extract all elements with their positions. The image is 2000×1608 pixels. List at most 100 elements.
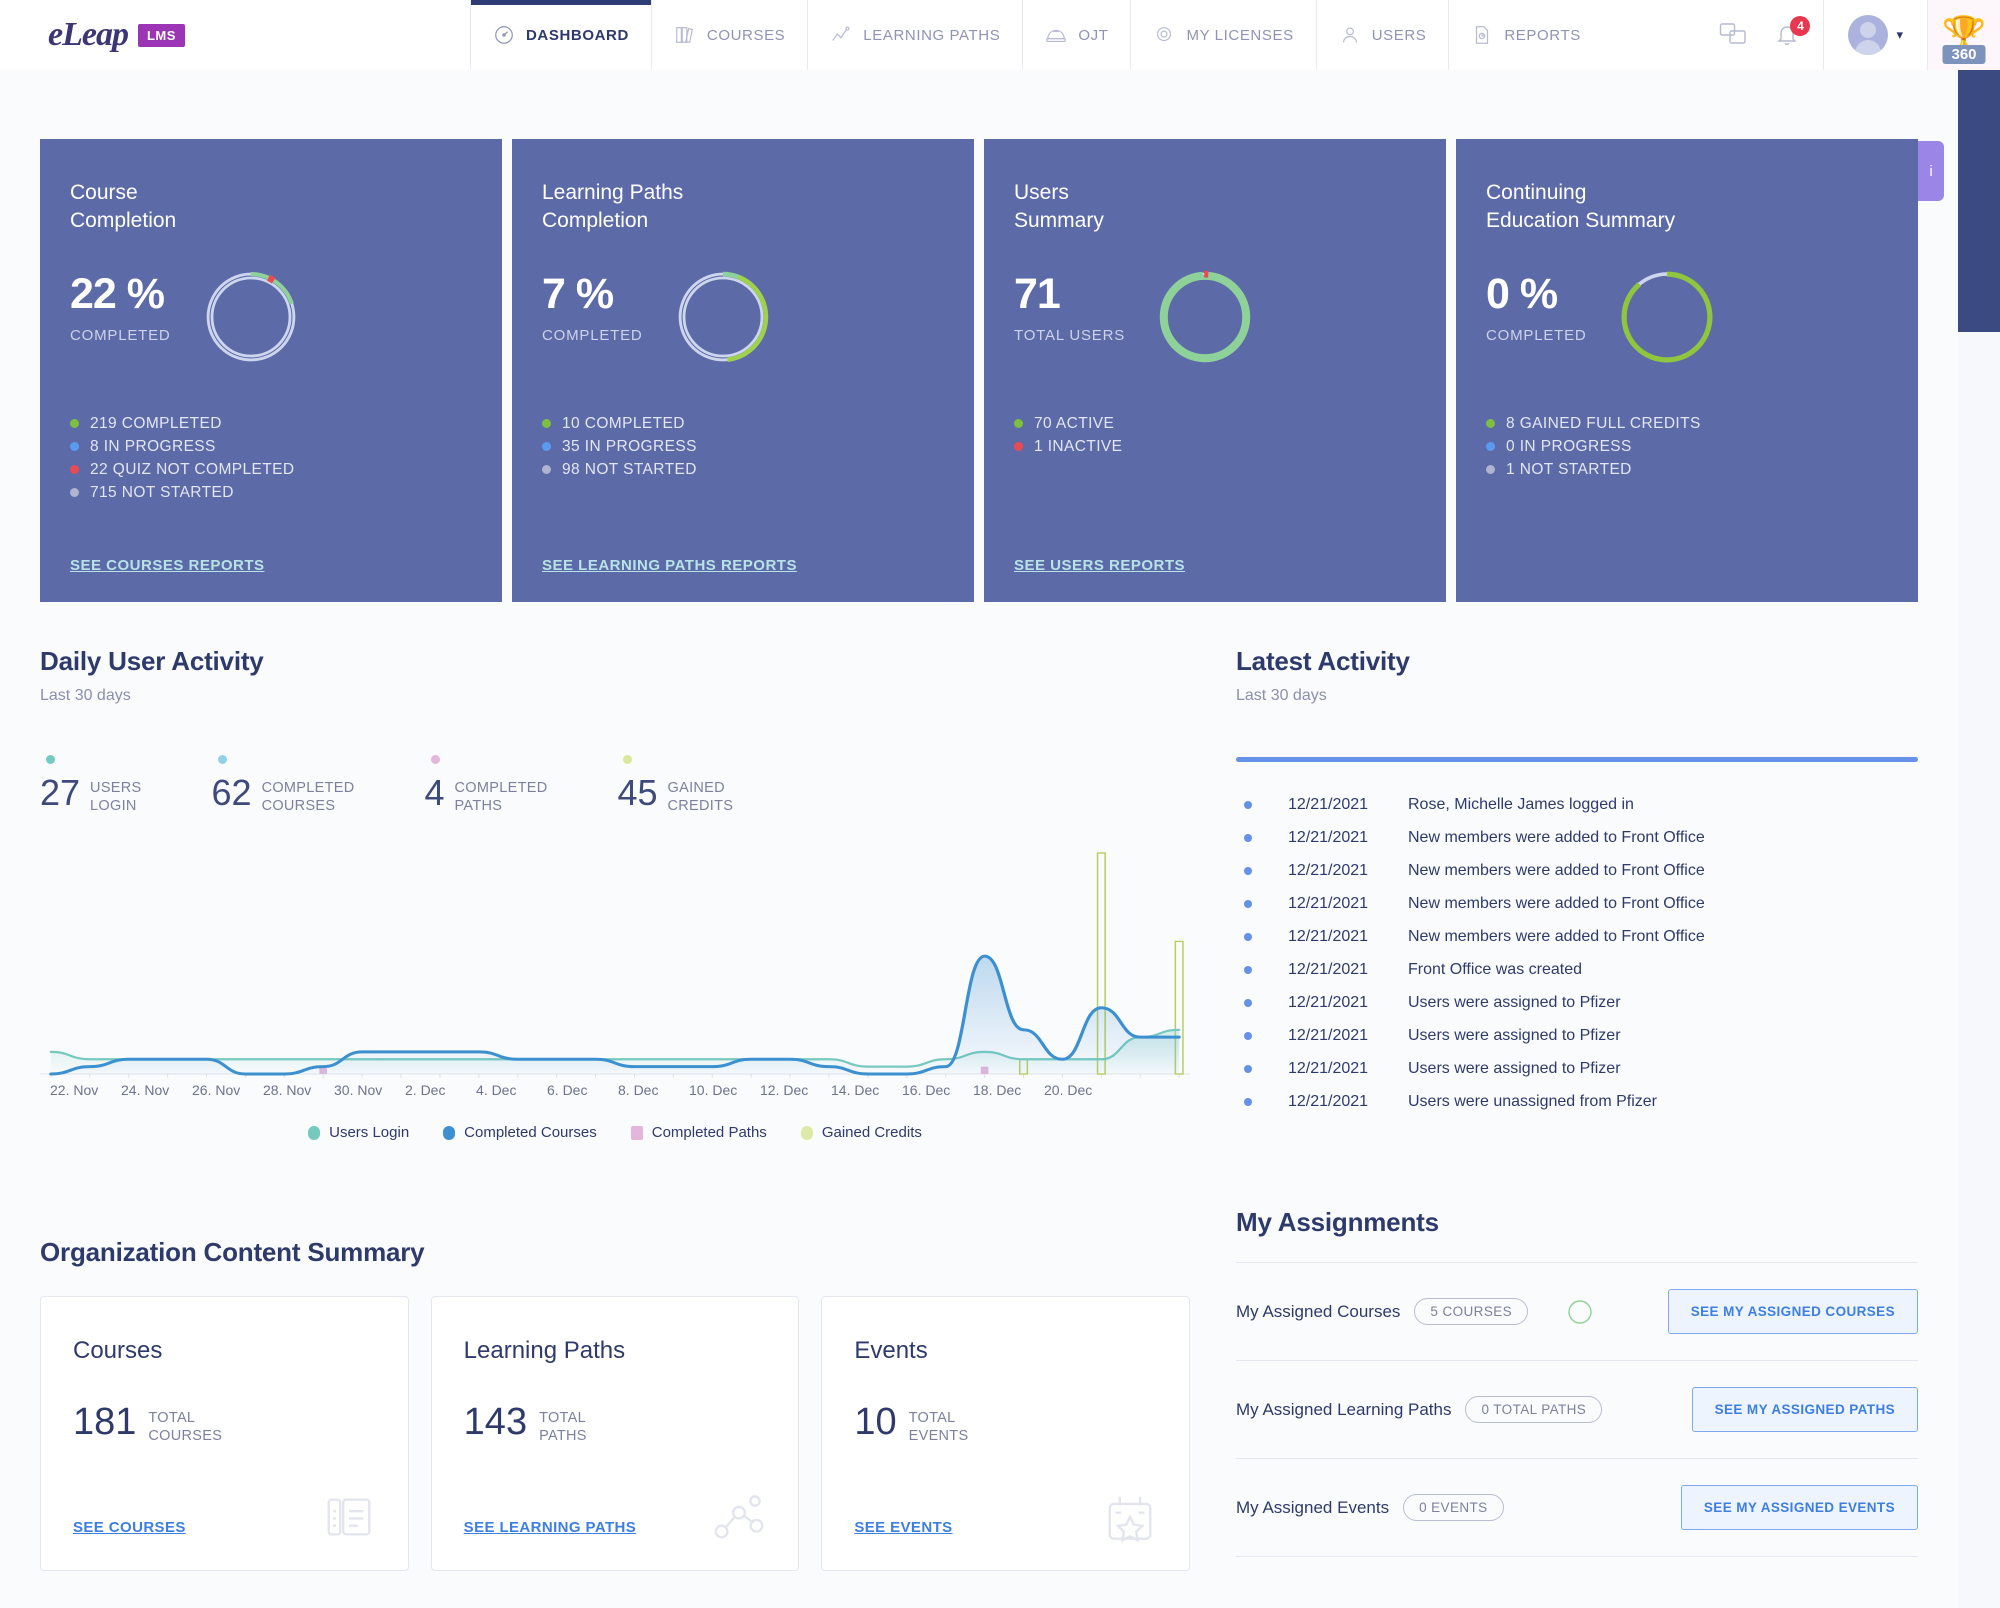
stat-gained-credits: 45 GAINED CREDITS: [617, 755, 733, 815]
stat-label: COMPLETED PATHS: [454, 780, 548, 815]
kpi-card-continuing-education-summary: Continuing Education Summary 0 % COMPLETE…: [1456, 139, 1918, 602]
legend-dot: [1486, 465, 1495, 475]
nav-item-learning-paths[interactable]: LEARNING PATHS: [807, 0, 1022, 70]
my-assignments-list: My Assigned Courses 5 COURSES SEE MY ASS…: [1236, 1262, 1918, 1557]
legend-label: 98 NOT STARTED: [562, 460, 697, 478]
org-card-label: TOTAL COURSES: [148, 1410, 223, 1445]
see-learning-paths-link[interactable]: SEE LEARNING PATHS: [464, 1519, 637, 1536]
daily-activity-stats: 27 USERS LOGIN 62 COMPLETED COURSES 4 CO…: [40, 755, 1190, 815]
bullet-icon: [1244, 1032, 1252, 1040]
legend-label: Completed Courses: [464, 1124, 597, 1142]
activity-item: 12/21/2021 Users were unassigned from Pfi…: [1236, 1093, 1918, 1111]
see-events-link[interactable]: SEE EVENTS: [854, 1519, 952, 1536]
app-logo[interactable]: eLeap LMS: [0, 0, 470, 70]
bullet-icon: [1244, 933, 1252, 941]
daily-activity-subtitle: Last 30 days: [40, 687, 131, 704]
activity-text: New members were added to Front Office: [1408, 895, 1705, 912]
see-users-reports-link[interactable]: SEE USERS REPORTS: [1014, 557, 1185, 574]
see-courses-link[interactable]: SEE COURSES: [73, 1519, 186, 1536]
activity-item: 12/21/2021 New members were added to Fron…: [1236, 829, 1918, 847]
activity-date: 12/21/2021: [1288, 829, 1369, 846]
kpi-title: Continuing Education Summary: [1486, 181, 1676, 232]
kpi-legend-item: 1 INACTIVE: [1014, 438, 1416, 456]
activity-item: 12/21/2021 Front Office was created: [1236, 961, 1918, 979]
nav-item-dashboard[interactable]: DASHBOARD: [470, 0, 651, 70]
nav-item-users[interactable]: USERS: [1315, 0, 1449, 70]
stat-number: 62: [211, 772, 252, 813]
chart-legend-item-completed-courses[interactable]: Completed Courses: [443, 1124, 597, 1141]
bullet-icon: [1244, 834, 1252, 842]
assignment-count-pill: 5 COURSES: [1414, 1298, 1529, 1325]
see-my-assigned-events-button[interactable]: SEE MY ASSIGNED EVENTS: [1680, 1485, 1918, 1530]
kpi-value: 71: [1014, 269, 1061, 318]
header-icons-group: 4: [1697, 0, 1823, 70]
nav-item-ojt[interactable]: OJT: [1022, 0, 1130, 70]
donut-chart: [1615, 265, 1719, 369]
bullet-icon: [1244, 900, 1252, 908]
nav-item-reports[interactable]: REPORTS: [1448, 0, 1602, 70]
chart-legend-item-completed-paths[interactable]: Completed Paths: [630, 1124, 767, 1141]
see-my-assigned-courses-button[interactable]: SEE MY ASSIGNED COURSES: [1667, 1289, 1918, 1334]
chart-legend-item-users-login[interactable]: Users Login: [308, 1124, 409, 1141]
chevron-down-icon: ▾: [1896, 27, 1903, 42]
nav-item-courses[interactable]: COURSES: [650, 0, 807, 70]
bullet-icon: [1244, 801, 1252, 809]
legend-dot: [542, 419, 551, 429]
right-column: Latest Activity Last 30 days 12/21/2021 R…: [1236, 646, 1918, 1571]
kpi-value-label: COMPLETED: [542, 326, 643, 344]
activity-text: Users were unassigned from Pfizer: [1408, 1093, 1657, 1110]
logo-wordmark: eLeap: [48, 16, 129, 53]
donut-chart: [671, 265, 775, 369]
legend-dot: [1014, 419, 1023, 429]
kpi-card-row: Course Completion 22 % COMPLETED 219 COM…: [40, 70, 1944, 602]
stat-dot: [623, 755, 633, 764]
org-card-events: Events 10 TOTAL EVENTS SEE EVENTS: [821, 1296, 1191, 1572]
stat-dot: [217, 755, 227, 764]
kpi-legend-item: 0 IN PROGRESS: [1486, 438, 1888, 456]
x-tick-label: 18. Dec: [973, 1082, 1022, 1099]
org-card-number: 10: [854, 1401, 897, 1444]
nav-label: USERS: [1371, 26, 1427, 44]
legend-dot: [542, 465, 551, 475]
legend-label: 22 QUIZ NOT COMPLETED: [90, 460, 295, 478]
kpi-legend-item: 35 IN PROGRESS: [542, 438, 944, 456]
see-my-assigned-paths-button[interactable]: SEE MY ASSIGNED PATHS: [1691, 1387, 1918, 1432]
trophy-points-button[interactable]: 🏆 360: [1928, 0, 2000, 70]
bullet-icon: [1244, 966, 1252, 974]
stat-label: GAINED CREDITS: [667, 780, 734, 815]
bell-icon[interactable]: 4: [1773, 16, 1811, 48]
activity-item: 12/21/2021 New members were added to Fron…: [1236, 862, 1918, 880]
assignment-label: My Assigned Courses: [1236, 1301, 1401, 1321]
chat-bubbles-icon[interactable]: [1719, 22, 1747, 48]
legend-label: 35 IN PROGRESS: [562, 437, 697, 455]
x-tick-label: 26. Nov: [192, 1082, 241, 1099]
kpi-legend: 219 COMPLETED 8 IN PROGRESS 22 QUIZ NOT …: [70, 415, 472, 502]
legend-marker: [308, 1125, 321, 1140]
chart-legend-item-gained-credits[interactable]: Gained Credits: [800, 1124, 922, 1142]
kpi-legend: 10 COMPLETED 35 IN PROGRESS 98 NOT START…: [542, 415, 944, 479]
logo-lms-badge: LMS: [137, 23, 185, 47]
see-learning-paths-reports-link[interactable]: SEE LEARNING PATHS REPORTS: [542, 557, 797, 574]
activity-date: 12/21/2021: [1288, 1093, 1369, 1110]
kpi-legend-item: 10 COMPLETED: [542, 415, 944, 433]
org-card-title: Learning Paths: [463, 1337, 626, 1365]
side-info-tab[interactable]: i: [1918, 141, 1944, 201]
activity-date: 12/21/2021: [1288, 994, 1369, 1011]
org-summary-title: Organization Content Summary: [40, 1237, 425, 1268]
kpi-legend: 70 ACTIVE 1 INACTIVE: [1014, 415, 1416, 456]
activity-date: 12/21/2021: [1288, 862, 1369, 879]
see-courses-reports-link[interactable]: SEE COURSES REPORTS: [70, 557, 265, 574]
avatar[interactable]: ▾: [1824, 15, 1927, 55]
activity-text: Front Office was created: [1408, 961, 1582, 978]
kpi-title: Learning Paths Completion: [542, 181, 684, 232]
org-card-number: 143: [463, 1401, 528, 1444]
nav-item-my-licenses[interactable]: MY LICENSES: [1130, 0, 1315, 70]
activity-item: 12/21/2021 Users were assigned to Pfizer: [1236, 1060, 1918, 1078]
activity-date: 12/21/2021: [1288, 1027, 1369, 1044]
x-tick-label: 20. Dec: [1044, 1082, 1093, 1099]
trophy-points-value: 360: [1942, 45, 1986, 64]
legend-label: Gained Credits: [821, 1124, 922, 1142]
stat-label: USERS LOGIN: [90, 780, 142, 815]
activity-item: 12/21/2021 Users were assigned to Pfizer: [1236, 1027, 1918, 1045]
assignment-count-pill: 0 TOTAL PATHS: [1465, 1396, 1603, 1423]
